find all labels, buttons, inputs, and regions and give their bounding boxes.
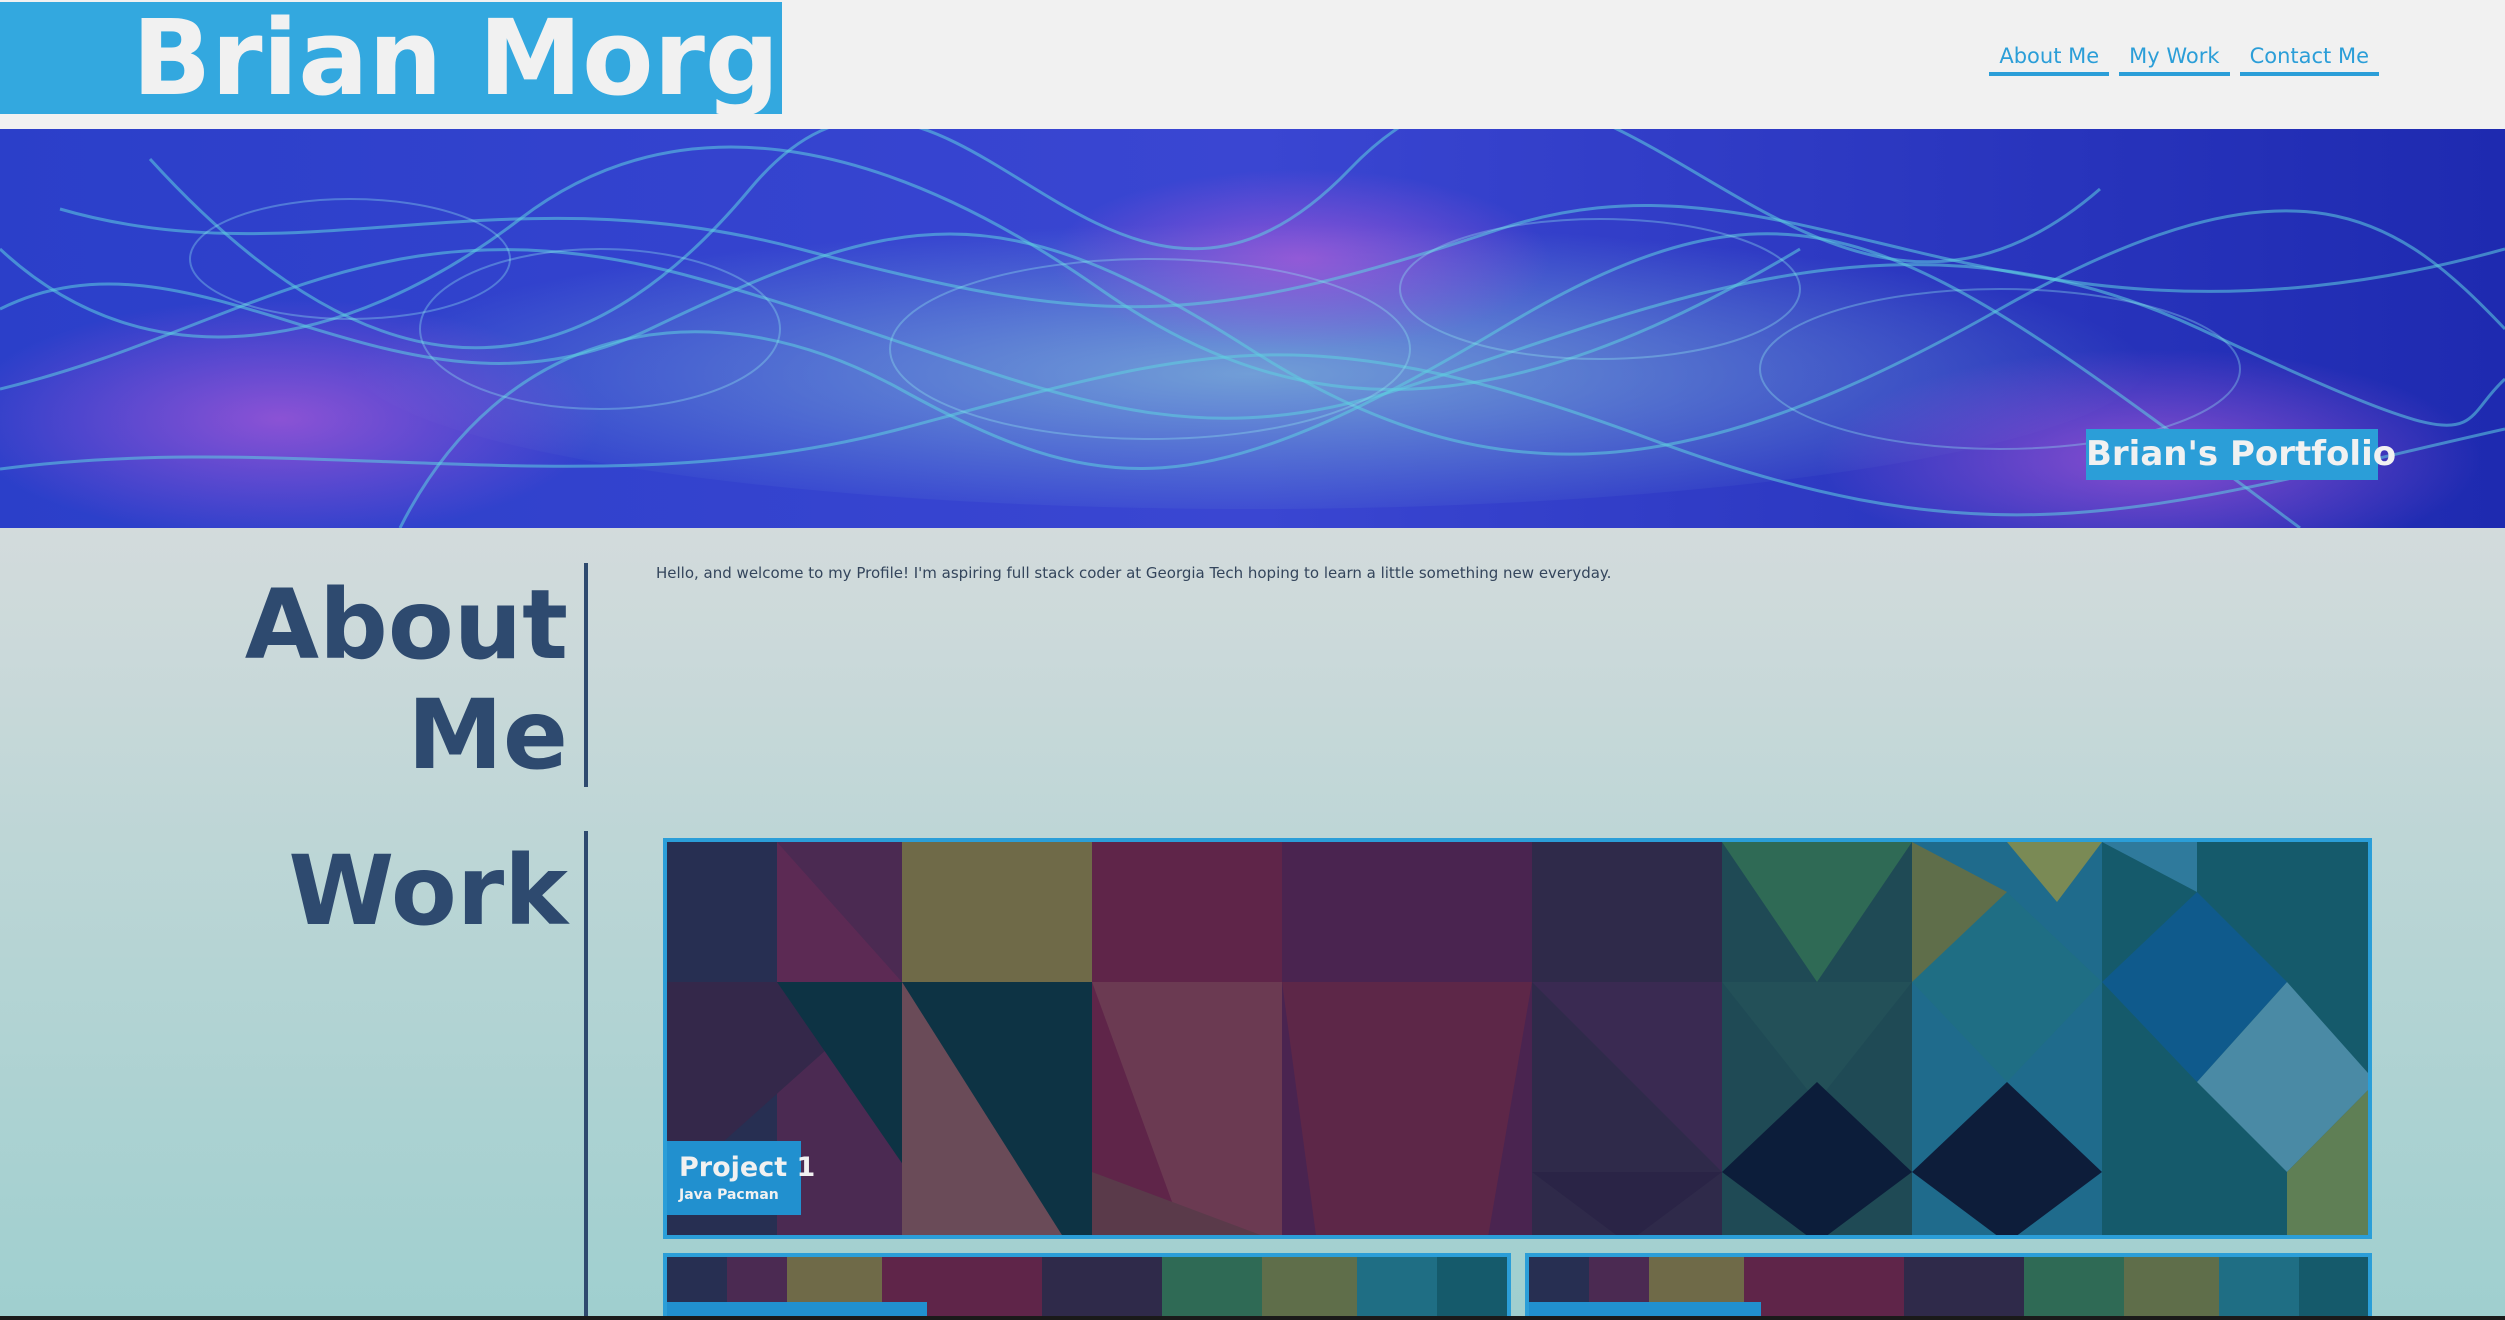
project-1-subtitle: Java Pacman [679,1187,779,1203]
main-content: About Me Hello, and welcome to my Profil… [0,528,2505,1320]
about-title-line-1: About [244,569,568,681]
project-1-label: Project 1 Java Pacman [667,1141,816,1215]
nav-link-about[interactable]: About Me [1989,42,2110,76]
project-card-1[interactable]: Project 1 Java Pacman [663,838,2372,1239]
project-card-3[interactable] [1525,1253,2372,1320]
main-nav: About Me My Work Contact Me [1989,42,2379,76]
project-1-title: Project 1 [679,1152,816,1183]
window-bottom-edge [0,1316,2505,1320]
project-1-thumbnail [667,842,2368,1235]
site-logo[interactable]: Brian Morgan [0,2,782,114]
about-section-title: About Me [245,570,568,790]
nav-link-work[interactable]: My Work [2119,42,2230,76]
about-divider [584,563,588,787]
nav-link-contact[interactable]: Contact Me [2239,42,2379,76]
site-name: Brian Morgan [132,2,782,114]
about-text: Hello, and welcome to my Profile! I'm as… [656,564,1612,582]
about-title-line-2: Me [407,679,568,791]
hero-banner: Brian's Portfolio [0,129,2505,528]
work-divider [584,831,588,1320]
site-header: Brian Morgan About Me My Work Contact Me [0,0,2505,129]
portfolio-badge: Brian's Portfolio [2086,429,2396,480]
project-card-2[interactable] [663,1253,1511,1320]
work-section-title: Work [288,835,568,947]
